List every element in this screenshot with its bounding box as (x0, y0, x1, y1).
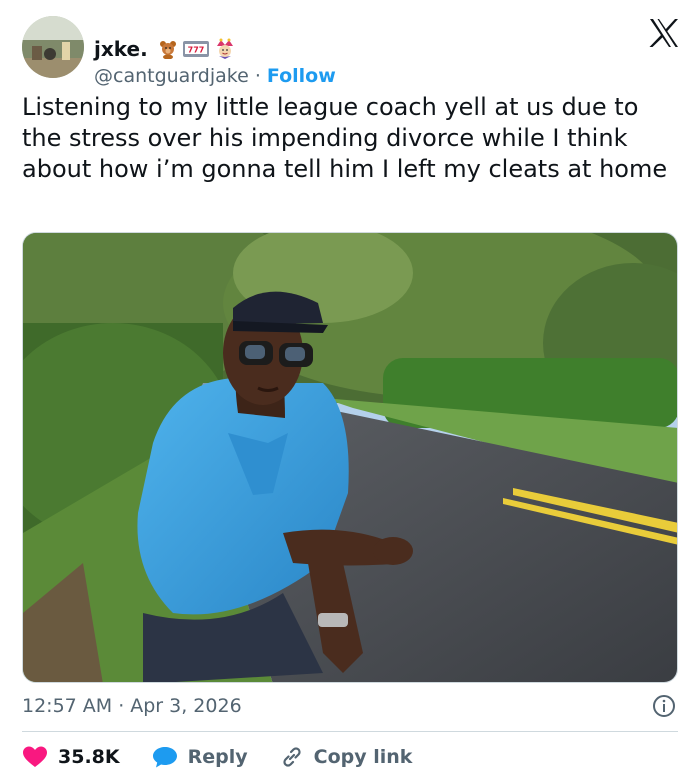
tweet-media-image[interactable] (22, 232, 678, 683)
heart-icon (23, 746, 47, 767)
copy-link-button[interactable]: Copy link (280, 745, 413, 769)
teddy-bear-icon (159, 41, 176, 59)
like-button[interactable]: 35.8K (22, 745, 120, 769)
divider (22, 731, 678, 732)
tweet-header: jxke. 777 @cantguardjake · Follow (22, 16, 682, 87)
timestamp-separator: · (118, 695, 125, 717)
link-icon (283, 747, 301, 767)
avatar[interactable] (22, 16, 84, 78)
speech-bubble-icon (152, 747, 177, 768)
display-name[interactable]: jxke. (94, 36, 148, 62)
x-logo-icon[interactable] (648, 18, 680, 48)
follow-button[interactable]: Follow (267, 63, 336, 89)
reply-button[interactable]: Reply (152, 745, 248, 769)
user-handle[interactable]: @cantguardjake (94, 63, 249, 89)
tweet-time[interactable]: 12:57 AM (22, 695, 112, 717)
joker-icon (216, 38, 233, 59)
slot-machine-text: 777 (187, 46, 204, 55)
like-count: 35.8K (58, 746, 120, 768)
slot-machine-icon: 777 (182, 41, 209, 57)
tweet-card: jxke. 777 @cantguardjake · Follow Listen… (0, 0, 700, 784)
emoji-group: 777 (158, 38, 236, 60)
reply-label: Reply (187, 746, 248, 768)
tweet-text: Listening to my little league coach yell… (22, 93, 668, 183)
tweet-date[interactable]: Apr 3, 2026 (130, 695, 241, 717)
info-icon[interactable] (652, 694, 676, 718)
copy-link-label: Copy link (313, 746, 413, 768)
tweet-timestamp[interactable]: 12:57 AM · Apr 3, 2026 (22, 692, 242, 720)
tweet-actions: 35.8K Reply Copy link (22, 740, 444, 774)
handle-separator: · (254, 65, 261, 87)
